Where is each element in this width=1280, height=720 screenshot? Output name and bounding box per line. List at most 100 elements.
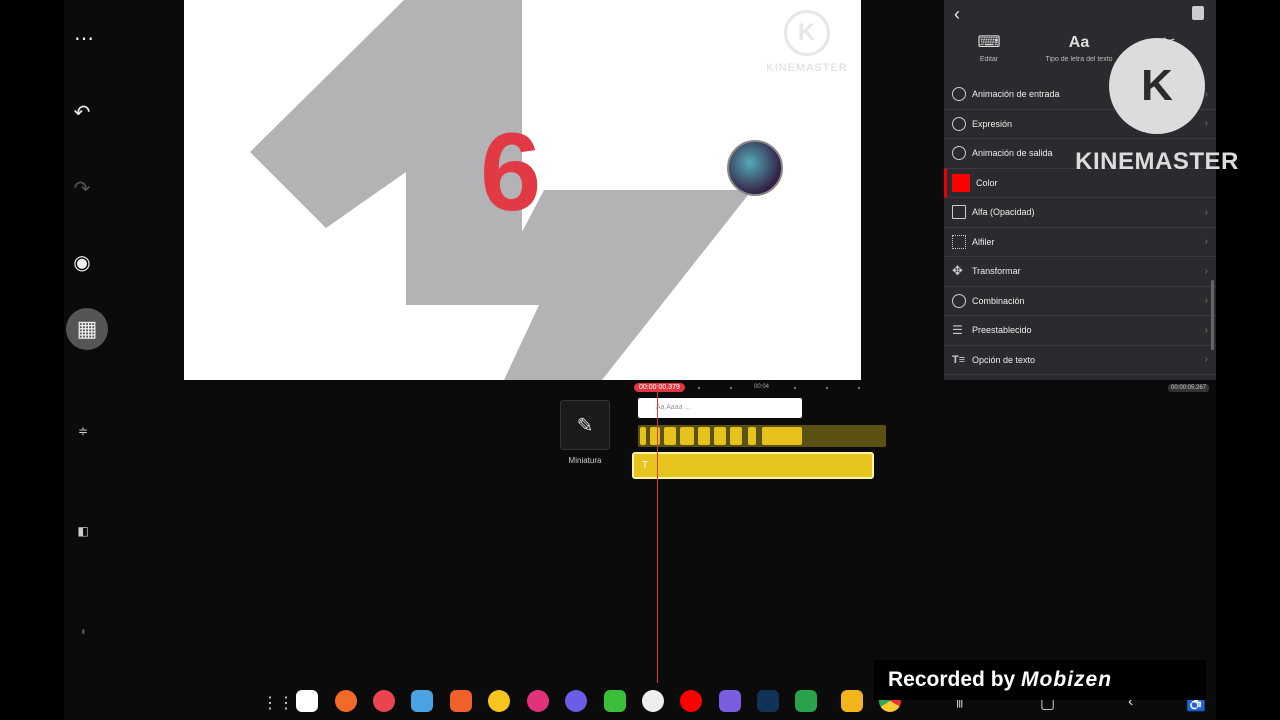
- game-app-icon[interactable]: [411, 690, 433, 712]
- preview-watermark: K KINEMASTER: [762, 10, 852, 74]
- option-label: Alfiler: [972, 236, 995, 247]
- ruler-mark: 00:04: [754, 384, 770, 390]
- ruler-tick: [826, 387, 828, 389]
- clip-segment[interactable]: [714, 427, 726, 445]
- clock-app-icon[interactable]: [642, 690, 664, 712]
- clip-segment[interactable]: [650, 427, 660, 445]
- chevron-right-icon: ›: [1204, 265, 1208, 277]
- clip-segment[interactable]: [698, 427, 710, 445]
- undo-icon[interactable]: ↶: [64, 98, 100, 128]
- chevron-right-icon: ›: [1204, 324, 1208, 336]
- ruler-tick: [794, 387, 796, 389]
- option-transform[interactable]: ✥ Transformar ›: [944, 257, 1216, 287]
- watermark-text: KINEMASTER: [766, 62, 848, 74]
- pencil-icon: ✎: [576, 415, 594, 437]
- internet-app-icon[interactable]: [565, 690, 587, 712]
- audio-mix-icon[interactable]: ◧: [74, 524, 92, 542]
- clip-segment[interactable]: [664, 427, 676, 445]
- clip-segment[interactable]: [748, 427, 756, 445]
- time-ruler[interactable]: 00:00:00.379 00:04 00:00:05.267: [64, 380, 1216, 396]
- volume-icon[interactable]: ◖: [74, 624, 92, 642]
- ruler-tick: [698, 387, 700, 389]
- text-clip-label: Aa Aaaa ...: [656, 404, 691, 411]
- capture-icon[interactable]: ◉: [64, 248, 100, 278]
- game-launcher-app-icon[interactable]: [719, 690, 741, 712]
- sticker-clip-track[interactable]: [638, 425, 886, 447]
- kinemaster-logo-icon: K: [1109, 38, 1205, 134]
- option-label: Color: [976, 177, 998, 188]
- clip-segment[interactable]: [762, 427, 802, 445]
- main-text-clip[interactable]: T: [632, 452, 874, 479]
- keyboard-icon: ⌨: [977, 34, 1001, 51]
- text-option-icon: T≡: [952, 353, 966, 366]
- text-type-icon: T: [642, 460, 649, 471]
- kinemaster-app-icon[interactable]: [373, 690, 395, 712]
- option-label: Opción de texto: [972, 354, 1036, 365]
- kinemaster-overlay-logo: K KINEMASTER: [1074, 38, 1240, 176]
- clip-segment[interactable]: [680, 427, 694, 445]
- option-alpha[interactable]: Alfa (Opacidad) ›: [944, 198, 1216, 228]
- redo-icon[interactable]: ↷: [64, 174, 100, 204]
- option-blend[interactable]: Combinación ›: [944, 287, 1216, 316]
- trash-icon[interactable]: [1192, 6, 1204, 20]
- option-label: Animación de entrada: [972, 89, 1060, 100]
- current-time-badge: 00:00:00.379: [634, 383, 685, 392]
- youtube-app-icon[interactable]: [680, 690, 702, 712]
- chevron-right-icon: ›: [1204, 354, 1208, 366]
- clip-segment[interactable]: [730, 427, 742, 445]
- more-icon[interactable]: ⋯: [66, 24, 102, 54]
- chevron-right-icon: ›: [1204, 295, 1208, 307]
- clip-segment[interactable]: [640, 427, 646, 445]
- screen-recorder-watermark: Recorded by Mobizen: [874, 660, 1206, 700]
- entrance-animation-icon: [952, 87, 966, 102]
- text-layer[interactable]: 6: [480, 118, 541, 228]
- track-height-icon[interactable]: ≑: [74, 424, 92, 442]
- transform-icon: ✥: [952, 263, 963, 279]
- option-label: Preestablecido: [972, 325, 1032, 336]
- tab-edit[interactable]: ⌨ Editar: [944, 30, 1034, 80]
- files-app-icon[interactable]: [841, 690, 863, 712]
- mobizen-app-icon[interactable]: [450, 690, 472, 712]
- alpha-icon: [952, 205, 966, 220]
- text-clip[interactable]: Aa Aaaa ...: [638, 398, 802, 418]
- color-swatch: [952, 173, 970, 192]
- timeline[interactable]: 00:00:00.379 00:04 00:00:05.267 ✎ Miniat…: [64, 380, 1216, 685]
- kinemaster-wordmark: KINEMASTER: [1075, 148, 1239, 175]
- chevron-right-icon: ›: [1204, 236, 1208, 248]
- ruler-tick: [858, 387, 860, 389]
- preset-icon: ☰: [952, 323, 963, 338]
- expression-icon: [952, 116, 966, 131]
- option-label: Alfa (Opacidad): [972, 207, 1035, 218]
- pin-icon: [952, 234, 966, 249]
- thumbnail-label: Miniatura: [568, 456, 602, 465]
- panel-header: ‹: [944, 0, 1216, 30]
- recorder-prefix: Recorded by: [888, 668, 1016, 691]
- panel-scrollbar[interactable]: [1211, 280, 1214, 350]
- layers-icon[interactable]: ▦: [66, 308, 108, 350]
- disney-app-icon[interactable]: [757, 690, 779, 712]
- option-text-option[interactable]: T≡ Opción de texto ›: [944, 346, 1216, 375]
- option-label: Transformar: [972, 266, 1021, 277]
- exit-animation-icon: [952, 146, 966, 161]
- notes-app-icon[interactable]: [488, 690, 510, 712]
- kinemaster-logo-icon: K: [784, 10, 830, 56]
- option-label: Expresión: [972, 118, 1013, 129]
- tab-label: Editar: [979, 56, 999, 63]
- gallery-app-icon[interactable]: [527, 690, 549, 712]
- chevron-right-icon: ›: [1204, 206, 1208, 218]
- playhead[interactable]: [657, 388, 658, 683]
- option-preset[interactable]: ☰ Preestablecido ›: [944, 316, 1216, 346]
- option-label: Combinación: [972, 295, 1025, 306]
- total-time-badge: 00:00:05.267: [1168, 384, 1210, 392]
- blend-icon: [952, 293, 966, 308]
- ruler-tick: [730, 387, 732, 389]
- sheets-app-icon[interactable]: [795, 690, 817, 712]
- option-pin[interactable]: Alfiler ›: [944, 228, 1216, 257]
- back-icon[interactable]: ‹: [954, 4, 960, 25]
- thumbnail-button[interactable]: ✎: [560, 400, 610, 450]
- recorder-app-icon[interactable]: [335, 690, 357, 712]
- video-preview[interactable]: K KINEMASTER 6: [184, 0, 861, 380]
- piano-app-icon[interactable]: [296, 690, 318, 712]
- minecraft-app-icon[interactable]: [604, 690, 626, 712]
- sticker-layer[interactable]: [727, 140, 783, 196]
